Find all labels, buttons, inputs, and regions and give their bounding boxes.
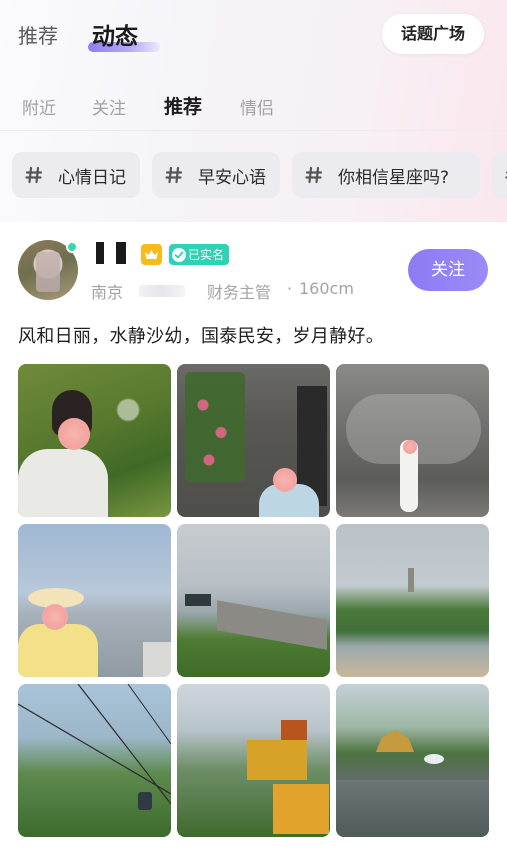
verified-label: 已实名 xyxy=(188,248,225,262)
avatar-mosaic xyxy=(36,252,60,292)
topic-chip[interactable]: 早安心语 xyxy=(152,152,280,198)
subtab-nearby[interactable]: 附近 xyxy=(22,94,56,119)
topic-chip-partial[interactable] xyxy=(492,152,507,198)
topic-chip[interactable]: 你相信星座吗? xyxy=(292,152,480,198)
hashtag-icon xyxy=(24,165,44,185)
post-photo[interactable] xyxy=(18,684,171,837)
tab-moments[interactable]: 动态 xyxy=(92,17,138,51)
post-photo[interactable] xyxy=(336,684,489,837)
topic-chip-label: 早安心语 xyxy=(198,167,266,188)
username-redacted[interactable] xyxy=(96,242,132,264)
online-indicator xyxy=(66,241,78,253)
user-job: 财务主管 xyxy=(207,283,272,302)
post-photo[interactable] xyxy=(177,684,330,837)
verified-badge: 已实名 xyxy=(169,244,229,265)
crown-icon xyxy=(141,244,162,265)
subtab-couples[interactable]: 情侣 xyxy=(240,94,274,119)
topic-chip-label: 心情日记 xyxy=(58,167,126,188)
hashtag-icon xyxy=(164,165,184,185)
tab-recommend[interactable]: 推荐 xyxy=(18,20,58,49)
subtab-following[interactable]: 关注 xyxy=(92,94,126,119)
post-text: 风和日丽，水静沙幼，国泰民安，岁月静好。 xyxy=(18,326,384,347)
user-height: 160cm xyxy=(299,279,354,298)
user-city: 南京 xyxy=(91,283,124,302)
post-photo[interactable] xyxy=(18,524,171,677)
follow-button[interactable]: 关注 xyxy=(408,249,488,291)
check-circle-icon xyxy=(172,247,186,262)
topic-chip-label: 你相信星座吗? xyxy=(338,167,450,188)
meta-separator: · xyxy=(287,279,293,298)
post-photo[interactable] xyxy=(336,364,489,517)
subtab-recommend[interactable]: 推荐 xyxy=(164,92,202,119)
divider xyxy=(0,130,507,131)
topic-chip[interactable]: 心情日记 xyxy=(12,152,140,198)
topic-chip-row: 心情日记 早安心语 你相信星座吗? xyxy=(0,152,507,198)
hashtag-icon xyxy=(304,165,324,185)
tab-moments-label: 动态 xyxy=(92,24,138,50)
post-photo[interactable] xyxy=(177,524,330,677)
post-photo[interactable] xyxy=(336,524,489,677)
post-photo[interactable] xyxy=(18,364,171,517)
topic-plaza-button[interactable]: 话题广场 xyxy=(382,14,484,54)
redacted-info xyxy=(139,285,185,297)
post-photo[interactable] xyxy=(177,364,330,517)
